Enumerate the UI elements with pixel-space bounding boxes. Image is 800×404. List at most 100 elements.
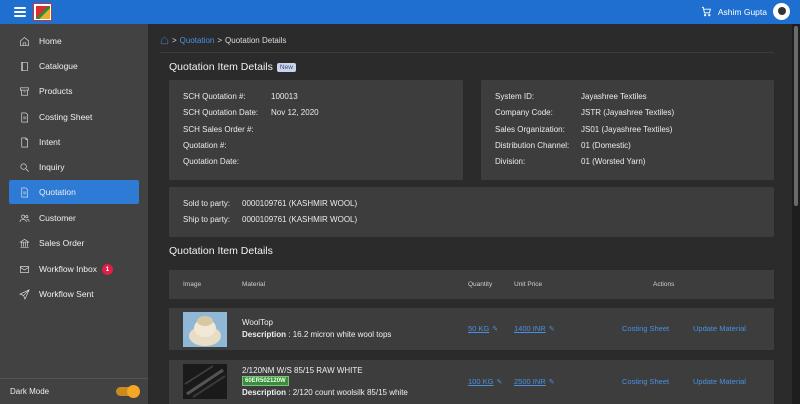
material-description: Description : 16.2 micron white wool top… [242,330,392,339]
column-header: Actions [653,281,675,288]
sidebar-item-workflow-sent[interactable]: Workflow Sent [9,282,139,306]
user-name[interactable]: Ashim Gupta [718,7,767,17]
field-value: 0000109761 (KASHMIR WOOL) [242,215,358,224]
column-header: Unit Price [514,281,543,288]
quotation-info-panel: SCH Quotation #: 100013 SCH Quotation Da… [169,80,463,180]
costing-sheet-button[interactable]: Costing Sheet [622,377,669,386]
field-label: Quotation #: [183,141,227,150]
breadcrumb-link-quotation[interactable]: Quotation [180,36,215,45]
avatar[interactable] [773,3,790,20]
sidebar-item-inquiry[interactable]: Inquiry [9,155,139,179]
field-label: Ship to party: [183,215,231,224]
column-header: Image [183,281,202,288]
sidebar-item-label: Inquiry [39,162,65,172]
dark-mode-label: Dark Mode [10,387,50,396]
edit-icon[interactable]: ✎ [496,378,502,386]
edit-icon[interactable]: ✎ [549,325,555,333]
field-label: Company Code: [495,108,553,117]
edit-icon[interactable]: ✎ [492,325,498,333]
search-icon [18,161,30,173]
field-value: JSTR (Jayashree Textiles) [581,108,675,117]
user-area[interactable]: Ashim Gupta [701,3,790,20]
sidebar-item-customer[interactable]: Customer [9,206,139,230]
sidebar-item-products[interactable]: Products [9,79,139,103]
menu-icon[interactable] [14,7,26,17]
company-logo [33,3,52,21]
section-title-text: Quotation Item Details [169,245,273,257]
field-label: Division: [495,157,526,166]
table-row: WoolTop Description : 16.2 micron white … [169,308,774,350]
new-badge: New [276,62,296,72]
sidebar-item-label: Sales Order [39,238,85,248]
top-bar: Ashim Gupta [0,0,800,24]
sidebar-item-label: Costing Sheet [39,112,93,122]
sidebar-item-home[interactable]: Home [9,29,139,53]
material-name: 2/120NM W/S 85/15 RAW WHITE [242,366,363,375]
breadcrumb-current: Quotation Details [225,36,287,45]
document-icon [18,111,30,123]
edit-icon[interactable]: ✎ [549,378,555,386]
field-value: Jayashree Textiles [581,92,647,101]
field-value: 100013 [271,92,298,101]
breadcrumb-separator: > [217,36,223,45]
field-label: Sold to party: [183,199,231,208]
sidebar-item-intent[interactable]: Intent [9,130,139,154]
cart-icon[interactable] [701,6,712,17]
sidebar-item-label: Workflow Sent [39,289,94,299]
document-icon [18,186,30,198]
field-value: Nov 12, 2020 [271,108,319,117]
material-name: WoolTop [242,318,273,327]
inbox-icon [18,263,30,275]
divider [160,52,774,53]
field-value: 01 (Worsted Yarn) [581,157,646,166]
field-label: System ID: [495,92,535,101]
bank-icon [18,237,30,249]
book-icon [18,60,30,72]
send-icon [18,288,30,300]
field-label: SCH Sales Order #: [183,125,254,134]
scrollbar[interactable] [792,24,800,404]
quantity-link[interactable]: 50 KG ✎ [468,324,498,333]
users-icon [18,212,30,224]
dark-mode-toggle[interactable] [116,385,140,398]
sidebar-item-label: Intent [39,137,61,147]
sidebar-item-label: Workflow Inbox [39,264,97,274]
field-label: Quotation Date: [183,157,240,166]
sidebar-item-label: Customer [39,213,76,223]
items-table-header: Image Material Quantity Unit Price Actio… [169,270,774,299]
breadcrumb-separator: > [172,36,177,45]
notification-badge: 1 [101,263,113,275]
sidebar-item-label: Products [39,86,73,96]
sidebar-item-catalogue[interactable]: Catalogue [9,54,139,78]
sidebar-item-sales-order[interactable]: Sales Order [9,231,139,255]
unit-price-link[interactable]: 2500 INR ✎ [514,377,555,386]
sidebar-item-label: Catalogue [39,61,78,71]
page-title: Quotation Item Details New [169,61,296,73]
material-description: Description : 2/120 count woolsilk 85/15… [242,388,408,397]
column-header: Quantity [468,281,493,288]
sidebar-item-workflow-inbox[interactable]: Workflow Inbox 1 [9,257,139,281]
quantity-link[interactable]: 100 KG ✎ [468,377,502,386]
sidebar-item-label: Quotation [39,187,76,197]
sidebar-item-quotation[interactable]: Quotation [9,180,139,204]
sidebar-item-costing-sheet[interactable]: Costing Sheet [9,105,139,129]
home-icon[interactable] [160,36,169,45]
section-title-text: Quotation Item Details [169,61,273,73]
update-material-button[interactable]: Update Material [693,377,746,386]
table-row: 2/120NM W/S 85/15 RAW WHITE 60ER502120W … [169,360,774,404]
costing-sheet-button[interactable]: Costing Sheet [622,324,669,333]
field-label: Distribution Channel: [495,141,570,150]
material-image [183,312,227,347]
field-value: 0000109761 (KASHMIR WOOL) [242,199,358,208]
archive-icon [18,85,30,97]
field-value: 01 (Domestic) [581,141,631,150]
update-material-button[interactable]: Update Material [693,324,746,333]
main-content: > Quotation > Quotation Details Quotatio… [148,24,792,404]
file-icon [18,136,30,148]
material-code-badge: 60ER502120W [242,376,289,386]
dark-mode-row: Dark Mode [0,378,148,404]
unit-price-link[interactable]: 1400 INR ✎ [514,324,555,333]
sidebar: Home Catalogue Products Costing Sheet In… [0,24,148,404]
breadcrumb: > Quotation > Quotation Details [160,36,286,45]
field-label: Sales Organization: [495,125,565,134]
